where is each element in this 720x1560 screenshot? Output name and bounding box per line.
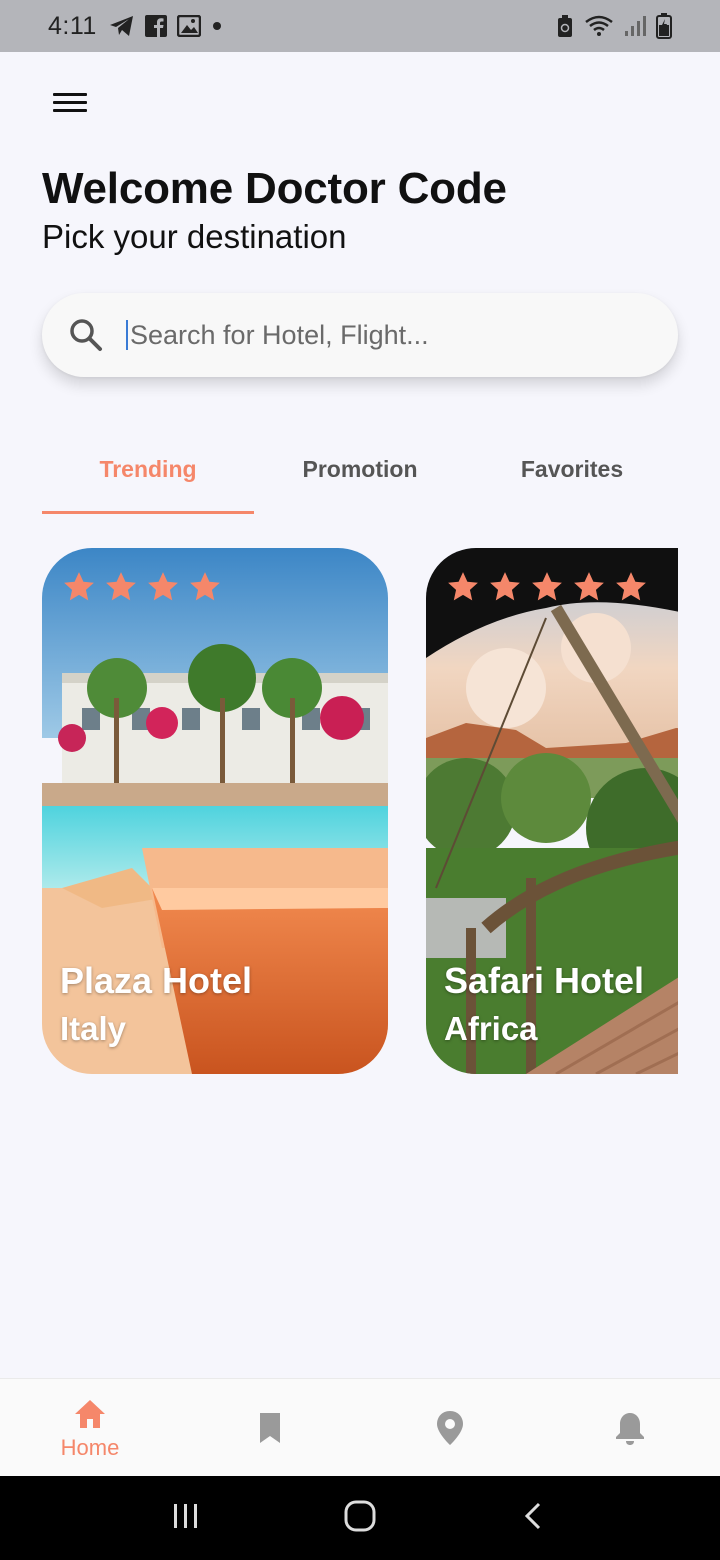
menu-line	[53, 109, 87, 112]
star-icon	[532, 572, 562, 601]
status-time: 4:11	[48, 11, 97, 40]
menu-line	[53, 101, 87, 104]
recent-apps-button[interactable]	[171, 1501, 201, 1536]
nav-bookmarks[interactable]	[180, 1379, 360, 1476]
back-button[interactable]	[519, 1501, 549, 1536]
bookmark-icon	[260, 1412, 280, 1443]
nav-location[interactable]	[360, 1379, 540, 1476]
signal-icon	[625, 16, 646, 36]
recent-apps-icon	[174, 1503, 197, 1528]
status-notification-icons	[109, 15, 223, 37]
star-icon	[106, 572, 136, 601]
star-icon	[190, 572, 220, 601]
tab-promotion[interactable]: Promotion	[254, 442, 466, 514]
system-navigation-bar	[0, 1476, 720, 1560]
menu-button[interactable]	[50, 88, 90, 118]
hotel-name: Safari Hotel	[444, 960, 645, 1001]
search-bar[interactable]	[42, 293, 678, 377]
star-icon	[448, 572, 478, 601]
battery-saver-icon	[558, 15, 572, 37]
hotel-cards: Plaza Hotel Italy Safari Hotel Africa	[42, 548, 678, 1074]
page-title: Welcome Doctor Code	[42, 164, 507, 213]
star-icon	[490, 572, 520, 601]
tab-favorites[interactable]: Favorites	[466, 442, 678, 514]
hotel-location: Italy	[60, 1010, 127, 1047]
app-screen: Welcome Doctor Code Pick your destinatio…	[0, 52, 720, 1378]
hotel-location: Africa	[444, 1010, 538, 1047]
gallery-icon	[176, 15, 201, 37]
telegram-icon	[109, 16, 133, 36]
star-icon	[64, 572, 94, 601]
hotel-card-plaza[interactable]: Plaza Hotel Italy	[42, 548, 388, 1074]
back-icon	[524, 1502, 541, 1529]
home-icon	[75, 1399, 105, 1428]
menu-line	[53, 93, 87, 96]
tab-trending[interactable]: Trending	[42, 442, 254, 514]
star-icon	[616, 572, 646, 601]
home-button[interactable]	[343, 1499, 377, 1538]
wifi-icon	[585, 15, 613, 36]
battery-icon	[656, 13, 672, 39]
dot-icon	[212, 22, 221, 30]
nav-home[interactable]: Home	[0, 1379, 180, 1476]
category-tabs: Trending Promotion Favorites	[42, 442, 678, 514]
status-bar: 4:11	[0, 0, 720, 52]
hotel-name: Plaza Hotel	[60, 960, 253, 1001]
bell-icon	[616, 1412, 644, 1445]
search-input[interactable]	[126, 320, 678, 350]
facebook-icon	[144, 15, 167, 37]
status-system-icons	[556, 13, 672, 39]
hotel-card-safari[interactable]: Safari Hotel Africa	[426, 548, 678, 1074]
search-icon	[70, 319, 102, 351]
rating-stars	[446, 570, 648, 604]
location-icon	[437, 1410, 463, 1445]
bottom-navigation: Home	[0, 1378, 720, 1476]
nav-notifications[interactable]	[540, 1379, 720, 1476]
home-circle-icon	[344, 1500, 376, 1531]
star-icon	[574, 572, 604, 601]
rating-stars	[62, 570, 222, 604]
page-subtitle: Pick your destination	[42, 218, 347, 255]
nav-home-label: Home	[60, 1434, 120, 1460]
star-icon	[148, 572, 178, 601]
